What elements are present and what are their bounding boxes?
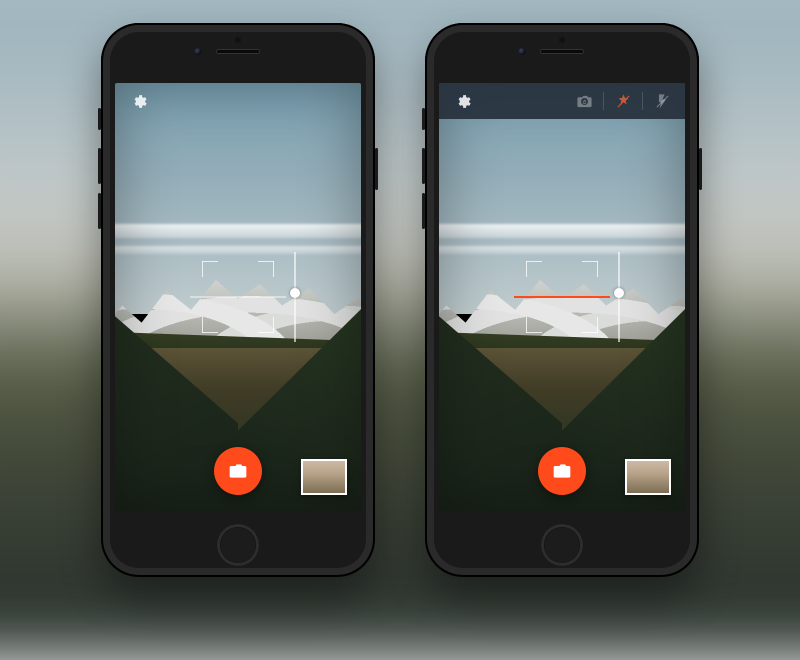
stage <box>0 0 800 600</box>
gallery-thumbnail[interactable] <box>301 459 347 495</box>
screen <box>115 83 361 511</box>
focus-reticle[interactable] <box>526 261 598 333</box>
home-button[interactable] <box>217 524 259 566</box>
exposure-slider[interactable] <box>618 252 620 342</box>
location-toggle[interactable] <box>610 88 636 114</box>
exposure-knob[interactable] <box>290 288 300 298</box>
gallery-thumbnail[interactable] <box>625 459 671 495</box>
front-camera <box>195 48 202 55</box>
shutter-button[interactable] <box>538 447 586 495</box>
mute-switch <box>422 108 425 130</box>
location-off-icon <box>615 93 632 110</box>
flash-toggle[interactable] <box>649 88 675 114</box>
gear-icon <box>130 93 147 110</box>
power-button <box>699 148 702 190</box>
power-button <box>375 148 378 190</box>
screen <box>439 83 685 511</box>
camera-icon <box>228 461 248 481</box>
proximity-sensor <box>235 37 241 43</box>
exposure-slider[interactable] <box>294 252 296 342</box>
volume-down <box>422 193 425 229</box>
settings-button[interactable] <box>449 88 475 114</box>
toolbar-divider <box>603 92 604 110</box>
front-camera <box>519 48 526 55</box>
top-toolbar <box>115 83 361 119</box>
mute-switch <box>98 108 101 130</box>
switch-camera-button[interactable] <box>571 88 597 114</box>
flash-off-icon <box>654 93 671 110</box>
gear-icon <box>454 93 471 110</box>
proximity-sensor <box>559 37 565 43</box>
top-toolbar <box>439 83 685 119</box>
settings-button[interactable] <box>125 88 151 114</box>
home-button[interactable] <box>541 524 583 566</box>
camera-rotate-icon <box>576 93 593 110</box>
camera-icon <box>552 461 572 481</box>
phone-mock-left <box>101 23 375 577</box>
phone-mock-right <box>425 23 699 577</box>
volume-up <box>422 148 425 184</box>
volume-down <box>98 193 101 229</box>
toolbar-divider <box>642 92 643 110</box>
focus-reticle[interactable] <box>202 261 274 333</box>
exposure-knob[interactable] <box>614 288 624 298</box>
shutter-button[interactable] <box>214 447 262 495</box>
volume-up <box>98 148 101 184</box>
